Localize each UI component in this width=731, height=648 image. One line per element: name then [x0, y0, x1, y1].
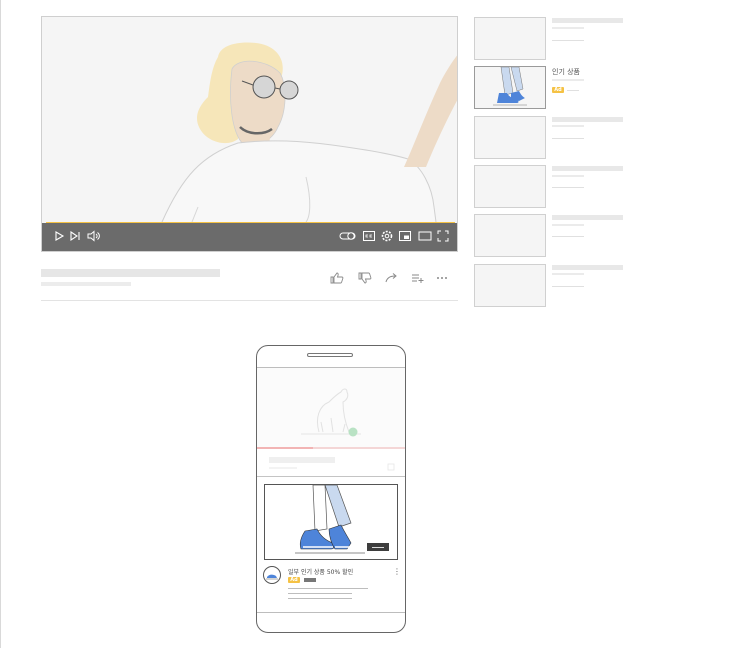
phone-video-title-placeholder [269, 457, 335, 463]
phone-video-progress[interactable] [257, 447, 405, 449]
miniplayer-icon[interactable] [398, 229, 412, 243]
play-icon[interactable] [52, 229, 66, 243]
sponsored-meta-placeholder [567, 90, 579, 91]
phone-video-player[interactable] [257, 368, 405, 449]
recommended-title-placeholder [552, 166, 623, 171]
recommended-channel-placeholder [552, 175, 584, 177]
recommended-title-placeholder [552, 117, 623, 122]
page-border [0, 0, 1, 648]
phone-speaker [307, 353, 353, 357]
phone-ad-cta-button[interactable] [367, 543, 389, 551]
recommended-video-thumbnail[interactable] [474, 165, 546, 208]
captions-icon[interactable] [362, 229, 376, 243]
recommended-channel-placeholder [552, 27, 584, 29]
divider [41, 300, 458, 301]
sponsored-video-thumbnail[interactable] [474, 66, 546, 109]
phone-footer-divider [257, 612, 405, 613]
recommended-video-thumbnail[interactable] [474, 264, 546, 307]
recommended-video-thumbnail[interactable] [474, 17, 546, 60]
recommended-channel-placeholder [552, 224, 584, 226]
recommended-title-placeholder [552, 265, 623, 270]
share-icon[interactable] [384, 270, 400, 284]
theater-mode-icon[interactable] [418, 229, 432, 243]
recommended-meta-placeholder [552, 187, 584, 188]
like-icon[interactable] [329, 270, 345, 284]
phone-expand-icon[interactable] [387, 456, 395, 475]
recommended-channel-placeholder [552, 125, 584, 127]
phone-ad-description-line [288, 593, 352, 594]
recommended-meta-placeholder [552, 40, 584, 41]
recommended-title-placeholder [552, 18, 623, 23]
autoplay-toggle-icon[interactable] [339, 229, 357, 243]
dog-illustration [301, 388, 361, 437]
skip-next-icon[interactable] [68, 229, 82, 243]
sponsored-channel-placeholder [552, 79, 584, 81]
recommended-video-thumbnail[interactable] [474, 214, 546, 257]
ad-badge: Ad [552, 87, 564, 93]
recommended-meta-placeholder [552, 138, 584, 139]
shoe-illustration [493, 67, 527, 106]
phone-video-subtitle-placeholder [269, 467, 297, 469]
player-controls-bar [42, 223, 457, 251]
video-illustration [161, 42, 457, 223]
channel-info-placeholder [41, 282, 131, 286]
video-player[interactable] [41, 16, 458, 252]
more-icon[interactable] [435, 270, 451, 284]
phone-ad-video[interactable] [264, 484, 398, 560]
recommended-channel-placeholder [552, 273, 584, 275]
dislike-icon[interactable] [357, 270, 373, 284]
recommended-meta-placeholder [552, 286, 584, 287]
recommended-title-placeholder [552, 215, 623, 220]
save-to-playlist-icon[interactable] [410, 270, 426, 284]
settings-icon[interactable] [380, 229, 394, 243]
phone-ad-badge: Ad [288, 577, 300, 583]
phone-ad-title[interactable]: 일부 인기 상품 50% 할인 [288, 567, 353, 576]
phone-ad-description-line [288, 598, 352, 599]
sponsored-title[interactable]: 인기 상품 [552, 67, 580, 77]
phone-ad-menu-icon[interactable]: ⋮ [393, 568, 401, 576]
recommended-meta-placeholder [552, 236, 584, 237]
video-title-placeholder [41, 269, 220, 277]
volume-icon[interactable] [86, 229, 100, 243]
recommended-video-thumbnail[interactable] [474, 116, 546, 159]
phone-content-divider [257, 476, 405, 477]
phone-ad-description-line [288, 588, 368, 589]
fullscreen-icon[interactable] [436, 229, 450, 243]
advertiser-avatar[interactable] [263, 566, 281, 584]
phone-mockup: 일부 인기 상품 50% 할인 Ad ⋮ [256, 345, 406, 633]
phone-ad-domain-placeholder [304, 578, 316, 582]
